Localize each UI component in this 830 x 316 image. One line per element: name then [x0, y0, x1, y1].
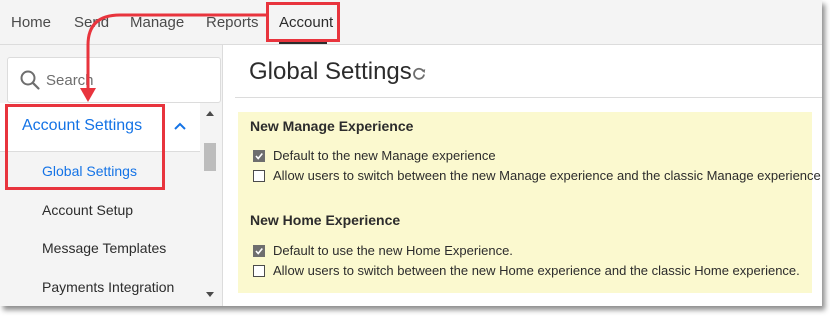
scroll-up-arrow-icon[interactable]: [206, 111, 214, 116]
title-divider: [235, 97, 822, 98]
sidebar-section-label: Account Settings: [22, 117, 143, 134]
checkbox-default-home[interactable]: [253, 245, 265, 257]
checkbox-switch-manage[interactable]: [253, 170, 265, 182]
main-content: Global Settings New Manage Experience De…: [223, 45, 822, 306]
nav-account[interactable]: Account: [279, 14, 333, 31]
sidebar-section-account-settings[interactable]: Account Settings: [0, 103, 200, 152]
settings-panel: New Manage Experience Default to the new…: [238, 112, 821, 293]
group-title-manage: New Manage Experience: [250, 118, 414, 134]
nav-active-indicator: [279, 41, 327, 44]
option-label: Allow users to switch between the new Ma…: [273, 168, 821, 183]
sidebar: Account Settings Global Settings Account…: [0, 45, 223, 306]
group-title-home: New Home Experience: [250, 212, 401, 228]
option-label: Default to the new Manage experience: [273, 148, 496, 163]
search-icon: [20, 70, 40, 90]
nav-send[interactable]: Send: [74, 14, 109, 31]
refresh-icon[interactable]: [412, 66, 426, 80]
app-window: Home Send Manage Reports Account Account…: [0, 0, 822, 306]
option-label: Default to use the new Home Experience.: [273, 243, 513, 258]
search-input[interactable]: [46, 69, 206, 91]
sidebar-item-global-settings[interactable]: Global Settings: [42, 163, 137, 179]
checkbox-default-manage[interactable]: [253, 150, 265, 162]
search-box[interactable]: [7, 57, 221, 103]
checkbox-switch-home[interactable]: [253, 265, 265, 277]
checkmark-icon: [255, 152, 263, 160]
scrollbar-thumb[interactable]: [204, 143, 216, 171]
option-label: Allow users to switch between the new Ho…: [273, 263, 800, 278]
sidebar-item-message-templates[interactable]: Message Templates: [42, 240, 166, 256]
nav-home[interactable]: Home: [11, 14, 51, 31]
sidebar-scrollbar[interactable]: [202, 107, 216, 305]
sidebar-item-payments-integration[interactable]: Payments Integration: [42, 279, 174, 295]
chevron-up-icon[interactable]: [173, 121, 187, 131]
top-nav: Home Send Manage Reports Account: [0, 0, 822, 45]
checkmark-icon: [255, 247, 263, 255]
sidebar-item-account-setup[interactable]: Account Setup: [42, 202, 133, 218]
page-title: Global Settings: [249, 58, 412, 85]
nav-manage[interactable]: Manage: [130, 14, 184, 31]
scroll-down-arrow-icon[interactable]: [206, 292, 214, 297]
nav-reports[interactable]: Reports: [206, 14, 259, 31]
